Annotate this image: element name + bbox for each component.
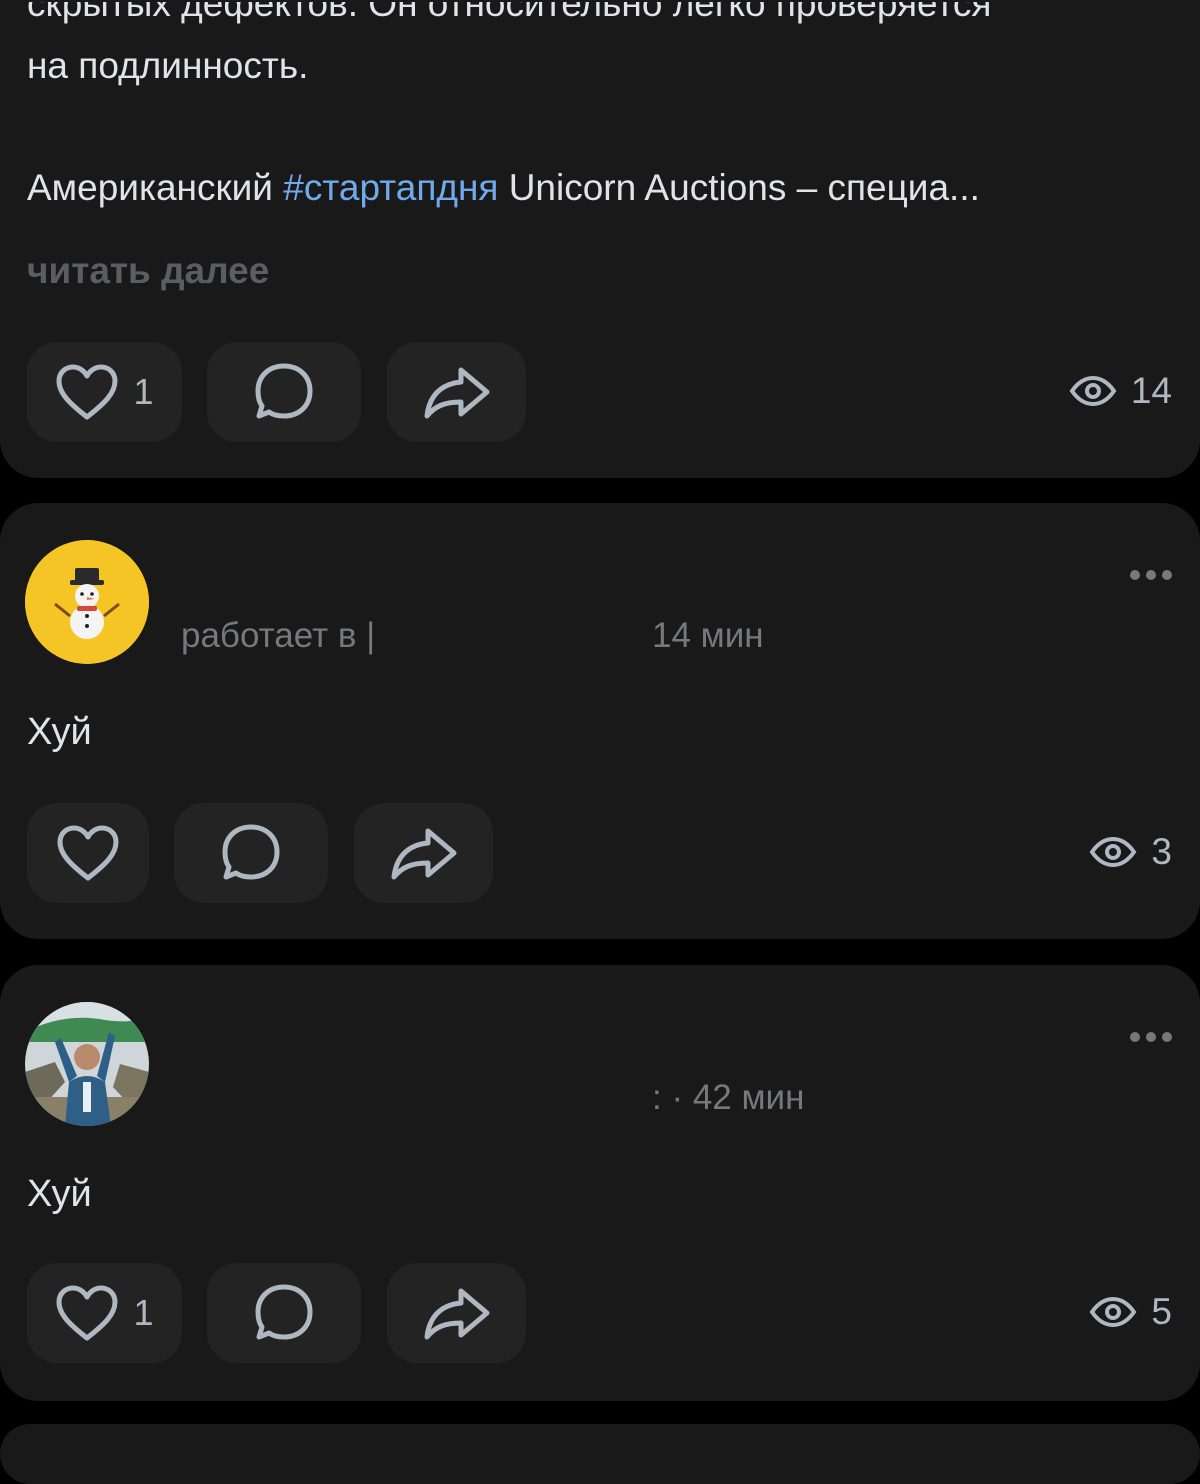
avatar[interactable] <box>25 540 149 664</box>
post-card: : · 42 мин Хуй 1 5 <box>0 965 1200 1401</box>
like-count: 1 <box>133 371 154 412</box>
post-card <box>0 1424 1200 1484</box>
hashtag-link[interactable]: #стартапдня <box>283 167 498 208</box>
post-text: Хуй <box>27 711 92 753</box>
views-count: 14 <box>1130 370 1172 411</box>
heart-outline-icon <box>56 1285 118 1341</box>
post-time: : · 42 мин <box>652 1078 805 1117</box>
comment-button[interactable] <box>174 803 328 903</box>
like-count: 1 <box>133 1292 154 1333</box>
post-time: 14 мин <box>652 616 764 655</box>
like-button[interactable] <box>27 803 149 903</box>
read-more-link[interactable]: читать далее <box>27 250 269 292</box>
like-button[interactable]: 1 <box>27 342 182 442</box>
post-card: работает в | 14 мин Хуй 3 <box>0 503 1200 939</box>
views-count: 5 <box>1151 1291 1172 1332</box>
user-photo-icon <box>25 1002 149 1126</box>
post-text-line: Американский #стартапдня Unicorn Auction… <box>27 166 980 210</box>
heart-outline-icon <box>56 364 118 420</box>
post-card: скрытых дефектов. Он относительно легко … <box>0 0 1200 478</box>
views-counter: 5 <box>1089 1291 1172 1333</box>
post-text-line: на подлинность. <box>27 45 309 86</box>
snowman-icon <box>25 540 149 664</box>
more-dots-icon[interactable] <box>1130 1032 1172 1042</box>
share-button[interactable] <box>387 1263 526 1363</box>
share-arrow-icon <box>424 367 489 419</box>
heart-outline-icon <box>57 825 119 881</box>
eye-icon <box>1089 1297 1137 1327</box>
comment-bubble-icon <box>255 1284 313 1340</box>
more-dots-icon[interactable] <box>1130 570 1172 580</box>
views-counter: 3 <box>1089 831 1172 873</box>
post-text-segment: Unicorn Auctions – специа... <box>498 167 980 208</box>
post-text-segment: Американский <box>27 167 284 208</box>
comment-button[interactable] <box>207 1263 361 1363</box>
comment-bubble-icon <box>222 824 280 880</box>
author-status: работает в | <box>181 616 376 655</box>
share-arrow-icon <box>391 828 456 880</box>
comment-button[interactable] <box>207 342 361 442</box>
views-counter: 14 <box>1069 370 1172 412</box>
views-count: 3 <box>1151 831 1172 872</box>
post-text-partial-line: скрытых дефектов. Он относительно легко … <box>27 0 992 24</box>
share-button[interactable] <box>354 803 493 903</box>
comment-bubble-icon <box>255 363 313 419</box>
eye-icon <box>1089 837 1137 867</box>
share-button[interactable] <box>387 342 526 442</box>
like-button[interactable]: 1 <box>27 1263 182 1363</box>
post-text: Хуй <box>27 1173 92 1215</box>
avatar[interactable] <box>25 1002 149 1126</box>
eye-icon <box>1069 376 1117 406</box>
share-arrow-icon <box>424 1288 489 1340</box>
